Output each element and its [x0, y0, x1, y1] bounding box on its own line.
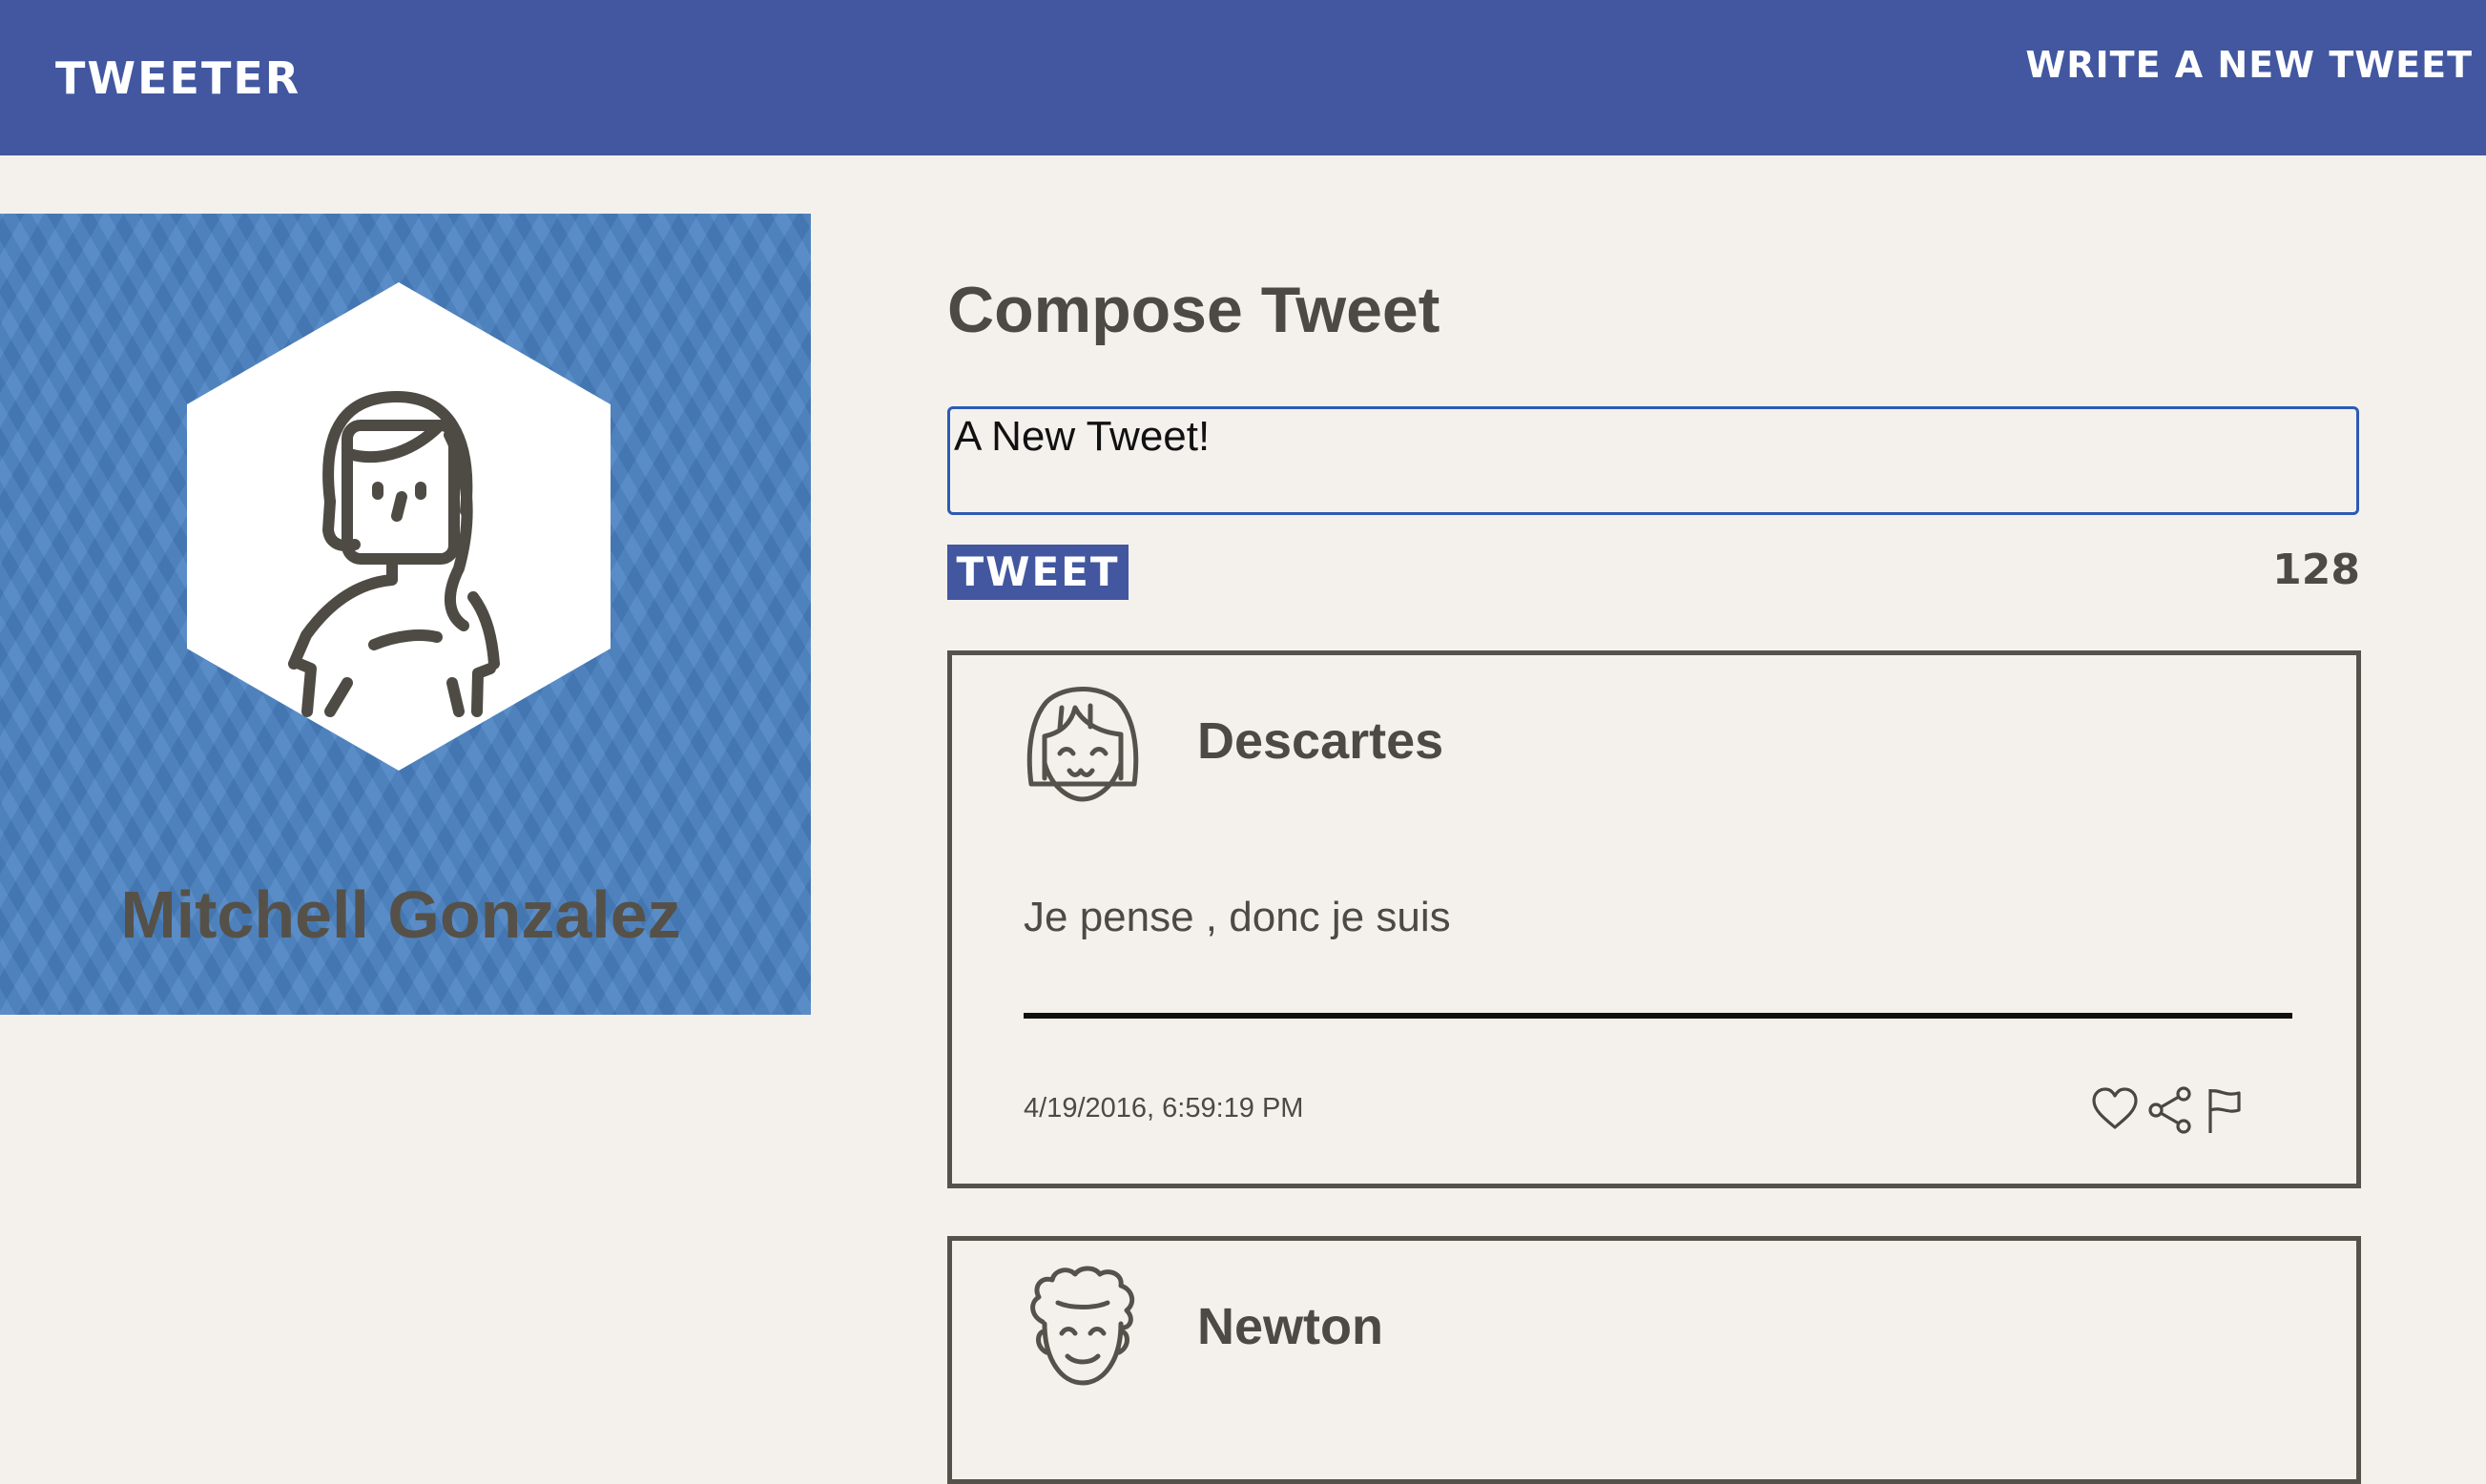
tweet-actions	[2090, 1082, 2250, 1138]
heart-icon[interactable]	[2090, 1085, 2140, 1135]
tweet-author: Descartes	[1197, 712, 1444, 770]
tweet-divider	[1024, 1013, 2292, 1019]
profile-name: Mitchell Gonzalez	[120, 877, 681, 952]
descartes-avatar-icon	[1024, 679, 1142, 803]
character-counter: 128	[2272, 546, 2360, 594]
tweet-button[interactable]: TWEET	[947, 545, 1129, 600]
tweet-card: Descartes Je pense , donc je suis 4/19/2…	[947, 650, 2361, 1188]
top-navbar: TWEETER WRITE A NEW TWEET	[0, 0, 2486, 155]
tweet-author: Newton	[1197, 1298, 1383, 1355]
profile-avatar	[187, 282, 611, 771]
tweet-card: Newton	[947, 1236, 2361, 1484]
write-new-tweet-link[interactable]: WRITE A NEW TWEET	[2025, 38, 2473, 92]
compose-tweet-input[interactable]: A New Tweet!	[947, 406, 2359, 515]
brand-logo[interactable]: TWEETER	[55, 50, 300, 107]
newton-avatar-icon	[1024, 1265, 1142, 1389]
female-user-avatar-icon	[187, 282, 611, 771]
profile-card: Mitchell Gonzalez	[0, 214, 811, 1015]
tweet-timestamp: 4/19/2016, 6:59:19 PM	[1024, 1093, 1304, 1123]
flag-icon[interactable]	[2201, 1085, 2250, 1135]
share-icon[interactable]	[2145, 1085, 2195, 1135]
tweet-text: Je pense , donc je suis	[1024, 894, 1451, 940]
compose-title: Compose Tweet	[947, 274, 1440, 346]
